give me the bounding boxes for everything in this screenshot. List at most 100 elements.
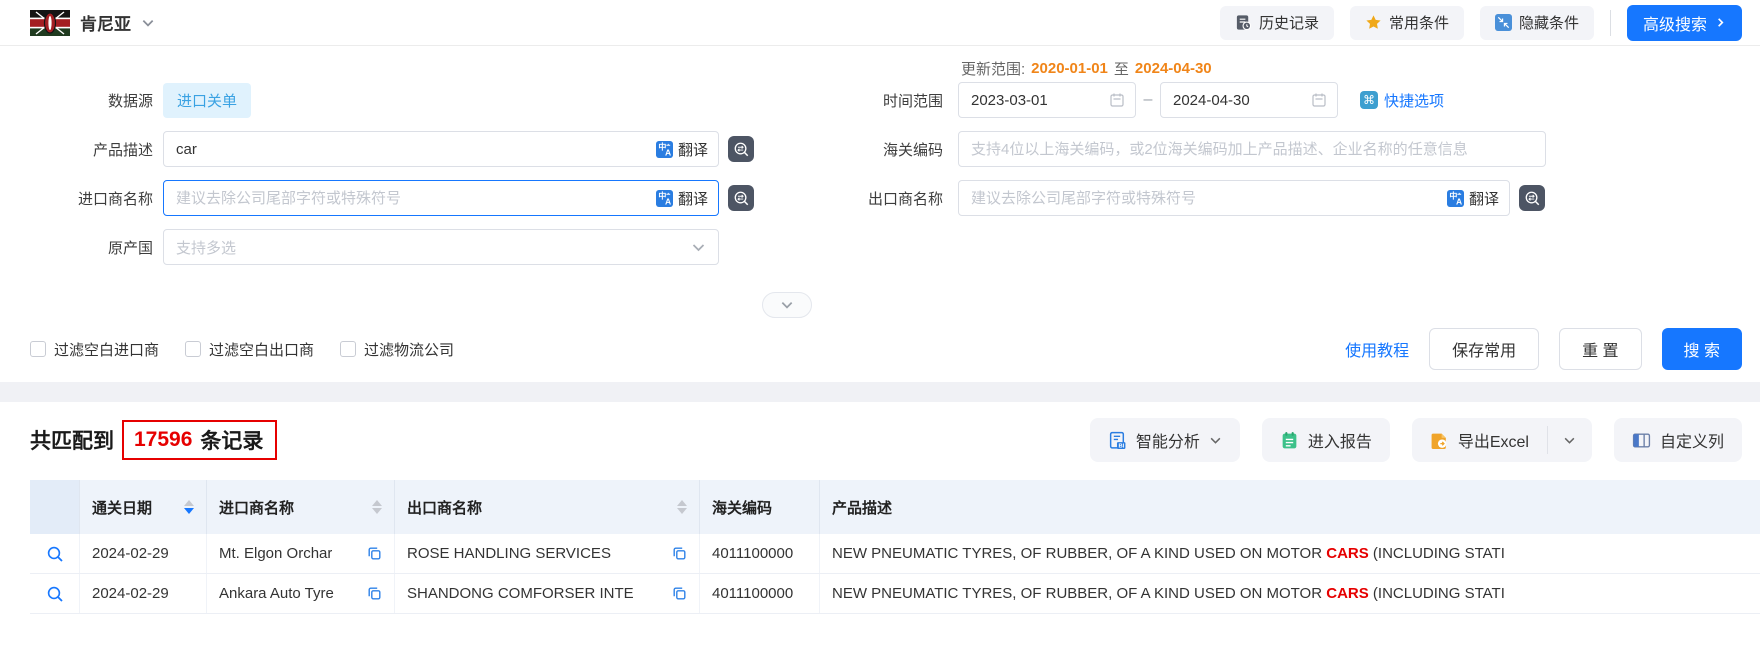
date-end-input[interactable]: 2024-04-30 <box>1160 82 1338 118</box>
history-icon <box>1235 14 1252 31</box>
header-date-label: 通关日期 <box>92 497 152 518</box>
copy-exporter-button[interactable] <box>664 586 687 601</box>
copy-importer-button[interactable] <box>359 586 382 601</box>
row-detail-button[interactable] <box>46 585 64 603</box>
date-range-dash: – <box>1136 91 1160 109</box>
quick-options-label: 快捷选项 <box>1384 90 1444 111</box>
search-swap-icon <box>733 141 750 158</box>
product-desc-label: 产品描述 <box>0 139 153 160</box>
checkbox-icon <box>185 341 201 357</box>
sort-date-button[interactable] <box>176 500 194 514</box>
cell-importer: Ankara Auto Tyre <box>219 585 334 602</box>
exporter-input[interactable] <box>959 181 1437 215</box>
columns-icon <box>1632 431 1651 450</box>
customize-columns-button[interactable]: 自定义列 <box>1614 418 1742 462</box>
save-common-button[interactable]: 保存常用 <box>1429 328 1539 370</box>
search-button[interactable]: 搜 索 <box>1662 328 1742 370</box>
checkbox-icon <box>30 341 46 357</box>
translate-icon: 中 A <box>656 141 673 158</box>
filter-logistics-label: 过滤物流公司 <box>364 339 454 360</box>
data-source-tag[interactable]: 进口关单 <box>163 83 251 118</box>
translate-icon: 中 A <box>656 190 673 207</box>
reset-button[interactable]: 重 置 <box>1559 328 1641 370</box>
importer-input[interactable] <box>164 181 646 215</box>
copy-importer-button[interactable] <box>359 546 382 561</box>
favorites-label: 常用条件 <box>1389 12 1449 33</box>
table-header-row: 通关日期 进口商名称 出口商名称 海关编码 产品描述 <box>30 480 1760 534</box>
importer-translate-button[interactable]: 中 A 翻译 <box>646 188 718 209</box>
header-detail-column <box>30 480 80 534</box>
hide-conditions-button[interactable]: 隐藏条件 <box>1480 6 1594 40</box>
translate-label: 翻译 <box>1469 188 1499 209</box>
sort-exporter-button[interactable] <box>669 500 687 514</box>
export-excel-icon <box>1430 431 1449 450</box>
filter-blank-importer-checkbox[interactable]: 过滤空白进口商 <box>30 339 159 360</box>
origin-country-placeholder: 支持多选 <box>176 237 236 258</box>
exporter-search-swap-button[interactable] <box>1519 185 1545 211</box>
copy-exporter-button[interactable] <box>664 546 687 561</box>
match-count-suffix: 条记录 <box>200 425 263 455</box>
product-desc-translate-button[interactable]: 中 A 翻译 <box>646 139 718 160</box>
data-source-label: 数据源 <box>0 90 153 111</box>
update-range: 更新范围: 2020-01-01 至 2024-04-30 <box>860 54 1760 82</box>
copy-icon <box>672 586 687 601</box>
chevron-down-icon <box>691 240 706 255</box>
origin-country-select[interactable]: 支持多选 <box>163 229 719 265</box>
update-range-end: 2024-04-30 <box>1135 60 1212 77</box>
product-desc-input[interactable] <box>164 132 646 166</box>
copy-icon <box>672 546 687 561</box>
export-excel-button[interactable]: 导出Excel <box>1412 418 1547 462</box>
sort-importer-button[interactable] <box>364 500 382 514</box>
filter-logistics-checkbox[interactable]: 过滤物流公司 <box>340 339 454 360</box>
search-form: 数据源 进口关单 产品描述 中 A 翻译 <box>0 46 1760 382</box>
translate-label: 翻译 <box>678 139 708 160</box>
update-range-to: 至 <box>1114 58 1129 79</box>
header-product-label: 产品描述 <box>832 497 892 518</box>
bi-analysis-icon: BI <box>1108 431 1127 450</box>
enter-report-button[interactable]: 进入报告 <box>1262 418 1390 462</box>
smart-analysis-button[interactable]: BI 智能分析 <box>1090 418 1240 462</box>
cell-date: 2024-02-29 <box>92 545 169 562</box>
svg-text:BI: BI <box>1118 443 1124 449</box>
section-divider <box>0 382 1760 402</box>
country-name: 肯尼亚 <box>80 10 131 35</box>
hs-code-input[interactable] <box>959 132 1545 166</box>
origin-country-label: 原产国 <box>0 237 153 258</box>
row-detail-button[interactable] <box>46 545 64 563</box>
hide-conditions-label: 隐藏条件 <box>1519 12 1579 33</box>
export-excel-label: 导出Excel <box>1458 428 1529 452</box>
checkbox-icon <box>340 341 356 357</box>
svg-text:A: A <box>665 196 671 206</box>
cell-product-desc: NEW PNEUMATIC TYRES, OF RUBBER, OF A KIN… <box>832 545 1505 562</box>
tutorial-link[interactable]: 使用教程 <box>1345 337 1409 361</box>
filter-blank-importer-label: 过滤空白进口商 <box>54 339 159 360</box>
export-options-button[interactable] <box>1548 418 1592 462</box>
favorites-button[interactable]: 常用条件 <box>1350 6 1464 40</box>
product-desc-search-swap-button[interactable] <box>728 136 754 162</box>
quick-options-button[interactable]: ⌘ 快捷选项 <box>1360 90 1444 111</box>
filter-blank-exporter-checkbox[interactable]: 过滤空白出口商 <box>185 339 314 360</box>
calendar-icon <box>1311 92 1327 108</box>
importer-search-swap-button[interactable] <box>728 185 754 211</box>
date-start-input[interactable]: 2023-03-01 <box>958 82 1136 118</box>
collapse-icon <box>1495 14 1512 31</box>
exporter-label: 出口商名称 <box>860 188 943 209</box>
advanced-search-button[interactable]: 高级搜索 <box>1627 5 1742 41</box>
search-swap-icon <box>1524 190 1541 207</box>
svg-text:A: A <box>1456 196 1462 206</box>
header-product: 产品描述 <box>820 480 1760 534</box>
country-picker[interactable]: 肯尼亚 <box>30 10 155 36</box>
expand-more-conditions-button[interactable] <box>762 292 812 318</box>
cell-importer: Mt. Elgon Orchar <box>219 545 332 562</box>
exporter-translate-button[interactable]: 中 A 翻译 <box>1437 188 1509 209</box>
enter-report-label: 进入报告 <box>1308 428 1372 452</box>
history-button[interactable]: 历史记录 <box>1220 6 1334 40</box>
svg-text:A: A <box>665 147 671 157</box>
header-hs-label: 海关编码 <box>712 497 772 518</box>
magnifier-icon <box>46 545 64 563</box>
hs-code-label: 海关编码 <box>860 139 943 160</box>
chevron-down-icon <box>1209 434 1222 447</box>
cell-product-desc: NEW PNEUMATIC TYRES, OF RUBBER, OF A KIN… <box>832 585 1505 602</box>
star-icon <box>1365 14 1382 31</box>
header-importer-label: 进口商名称 <box>219 497 294 518</box>
